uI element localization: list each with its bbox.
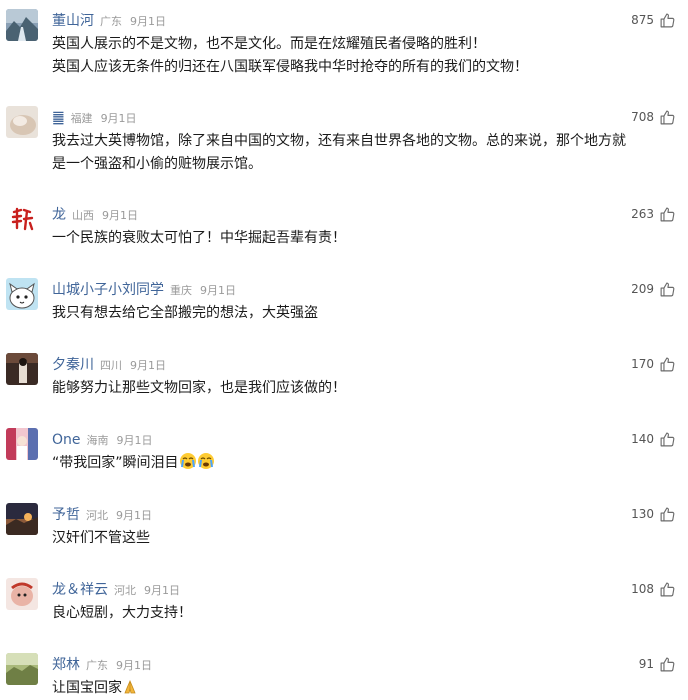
thumbs-up-icon [660,432,675,446]
thumbs-up-icon [660,13,675,27]
comment-line: 英国人展示的不是文物，也不是文化。而是在炫耀殖民者侵略的胜利！ [52,36,486,52]
comment-line: 我只有想去给它全部搬完的想法，大英强盗 [52,305,318,321]
like-button[interactable]: 91 [639,654,676,674]
comment-text: 能够努力让那些文物回家，也是我们应该做的！ [52,377,682,400]
comment-date: 9月1日 [100,112,137,125]
like-count: 263 [631,207,654,221]
thumbs-up-icon [660,207,675,221]
thumbs-up-icon [660,357,675,371]
commenter-location: 福建 [70,112,93,125]
comment-text: 我只有想去给它全部搬完的想法，大英强盗 [52,302,682,325]
comment-date: 9月1日 [116,659,152,672]
comment-date: 9月1日 [130,15,166,28]
thumbs-up-icon [660,282,675,296]
comment-text: “带我回家”瞬间泪目 [52,452,682,478]
comment-date: 9月1日 [116,509,152,522]
avatar[interactable] [6,106,38,138]
comment-line: 一个民族的衰败太可怕了！中华掘起吾辈有责！ [52,230,346,246]
comment-text: 良心短剧，大力支持！ [52,602,682,625]
comment-text: 让国宝回家 [52,677,682,700]
commenter-location: 山西 [72,209,94,222]
commenter-name[interactable]: 予哲 [52,507,80,523]
avatar[interactable] [6,9,38,41]
comment-feed: 董山河 广东 9月1日 875 英国人展示的不是文物，也不是文化。而是在炫耀殖民者侵… [0,0,688,700]
thumbs-up-icon [660,110,675,124]
comment-line: 能够努力让那些文物回家，也是我们应该做的！ [52,380,346,396]
like-count: 708 [631,110,654,124]
commenter-name[interactable]: 龙＆祥云 [52,582,108,598]
like-button[interactable]: 170 [631,354,676,374]
comment-text: 英国人展示的不是文物，也不是文化。而是在炫耀殖民者侵略的胜利！ 英国人应该无条件… [52,33,682,79]
comment-date: 9月1日 [102,209,138,222]
avatar[interactable] [6,428,38,460]
comment-date: 9月1日 [144,584,180,597]
comment-text: 我去过大英博物馆，除了来自中国的文物，还有来自世界各地的文物。总的来说，那个地方… [52,130,682,176]
like-button[interactable]: 209 [631,279,676,299]
like-count: 108 [631,582,654,596]
commenter-name[interactable]: ䷀ [52,110,65,126]
comment-date: 9月1日 [116,434,153,447]
comment-date: 9月1日 [130,359,166,372]
commenter-name[interactable]: 夕秦川 [52,357,94,373]
comment-line: 我去过大英博物馆，除了来自中国的文物，还有来自世界各地的文物。总的来说，那个地方… [52,133,626,149]
comment-date: 9月1日 [200,284,236,297]
comment-line: 汉奸们不管这些 [52,530,150,546]
like-count: 91 [638,657,654,671]
thumbs-up-icon [660,657,675,671]
avatar[interactable] [6,353,38,385]
commenter-location: 重庆 [170,284,192,297]
avatar[interactable] [6,203,38,235]
loudly-crying-face-emoji [179,452,197,478]
comment-line: “带我回家”瞬间泪目 [52,455,179,471]
commenter-location: 海南 [86,434,109,447]
like-button[interactable]: 875 [631,10,676,30]
comment-line: 让国宝回家 [52,680,122,696]
commenter-name[interactable]: 龙 [52,207,66,223]
commenter-location: 广东 [86,659,108,672]
comment-text: 汉奸们不管这些 [52,527,682,550]
comment-text: 一个民族的衰败太可怕了！中华掘起吾辈有责！ [52,227,682,250]
commenter-name[interactable]: One [52,432,81,448]
avatar[interactable] [6,578,38,610]
like-button[interactable]: 108 [631,579,676,599]
like-button[interactable]: 263 [631,204,676,224]
comment-line: 是一个强盗和小偷的赃物展示馆。 [52,156,262,172]
thumbs-up-icon [660,582,675,596]
commenter-name[interactable]: 山城小子小刘同学 [52,282,164,298]
thumbs-up-icon [660,507,675,521]
like-count: 140 [631,432,654,446]
commenter-location: 四川 [100,359,122,372]
commenter-name[interactable]: 郑林 [52,657,80,673]
avatar[interactable] [6,653,38,685]
like-count: 209 [631,282,654,296]
loudly-crying-face-emoji [197,452,215,478]
avatar[interactable] [6,278,38,310]
comment-line: 英国人应该无条件的归还在八国联军侵略我中华时抢夺的所有的我们的文物！ [52,59,528,75]
commenter-name[interactable]: 董山河 [52,13,94,29]
commenter-location: 广东 [100,15,122,28]
like-count: 130 [631,507,654,521]
like-count: 170 [631,357,654,371]
commenter-location: 河北 [114,584,136,597]
commenter-location: 河北 [86,509,108,522]
comment-line: 良心短剧，大力支持！ [52,605,192,621]
like-button[interactable]: 140 [631,429,676,449]
like-button[interactable]: 130 [631,504,676,524]
folded-hands-emoji [122,679,138,700]
avatar[interactable] [6,503,38,535]
like-count: 875 [631,13,654,27]
like-button[interactable]: 708 [631,107,676,127]
